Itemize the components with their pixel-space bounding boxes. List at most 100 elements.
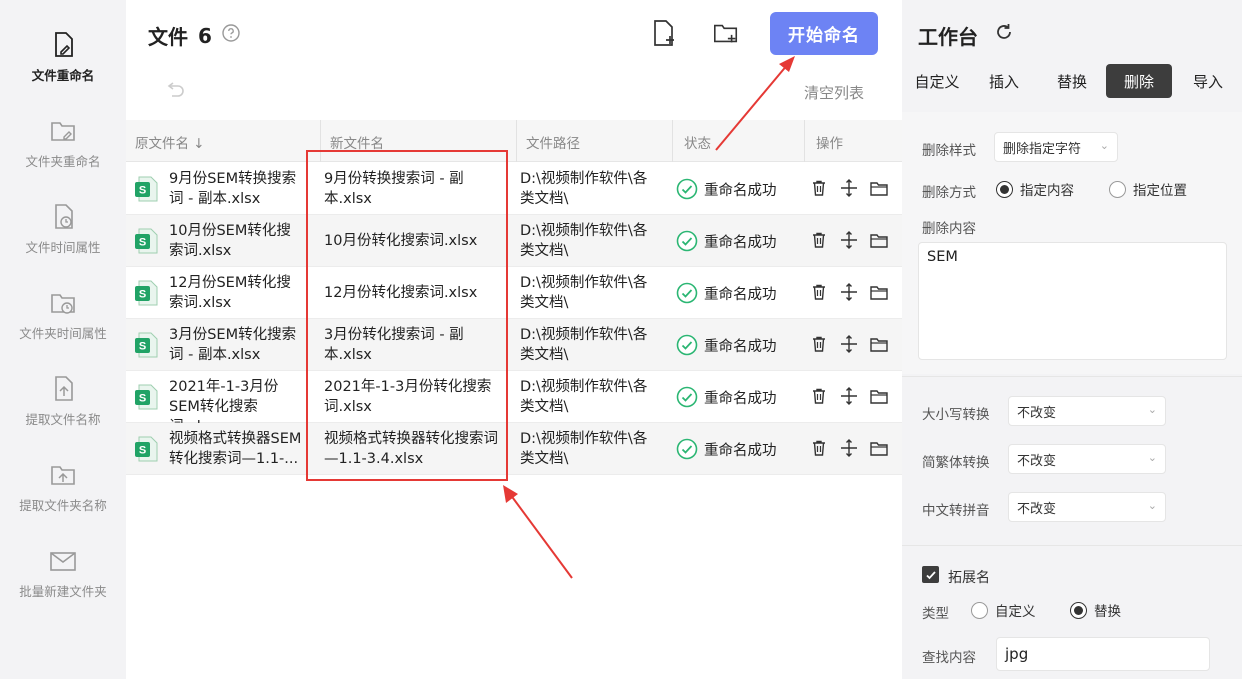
radio-type-replace[interactable]: 替换 [1070, 600, 1121, 620]
radio-label: 自定义 [995, 604, 1036, 620]
move-icon[interactable] [840, 335, 858, 353]
folder-upload-icon [51, 466, 75, 485]
case-convert-select[interactable]: 不改变 ⌄ [1008, 396, 1166, 426]
status-badge: 重命名成功 [676, 438, 777, 460]
tab-insert[interactable]: 插入 [976, 64, 1032, 98]
new-name-cell: 视频格式转换器转化搜索词—1.1-3.4.xlsx [324, 431, 498, 467]
svg-text:S: S [139, 185, 146, 197]
sidebar-item-folder-rename[interactable]: 文件夹重命名 [0, 116, 126, 170]
excel-file-icon: S [135, 436, 158, 462]
radio-specified-content[interactable]: 指定内容 [996, 179, 1074, 199]
path-cell: D:\视频制作软件\各类文档\ [520, 327, 648, 363]
tab-import[interactable]: 导入 [1180, 64, 1236, 98]
add-file-icon[interactable] [650, 18, 678, 48]
delete-icon[interactable] [810, 439, 828, 457]
radio-dot [971, 601, 988, 619]
check-circle-icon [676, 438, 698, 460]
pinyin-select[interactable]: 不改变 ⌄ [1008, 492, 1166, 522]
mail-folder-icon [50, 552, 76, 571]
svg-text:S: S [139, 237, 146, 249]
open-folder-icon[interactable] [870, 439, 888, 457]
extension-label: 拓展名 [948, 570, 990, 586]
move-icon[interactable] [840, 283, 858, 301]
table-row[interactable]: S 10月份SEM转化搜索词.xlsx 10月份转化搜索词.xlsx D:\视频… [126, 215, 902, 267]
undo-icon[interactable] [164, 80, 186, 102]
sidebar-item-label: 文件夹重命名 [25, 154, 101, 169]
status-badge: 重命名成功 [676, 282, 777, 304]
table-row[interactable]: S 3月份SEM转化搜索词 - 副本.xlsx 3月份转化搜索词 - 副本.xl… [126, 319, 902, 371]
tab-replace[interactable]: 替换 [1044, 64, 1100, 98]
sidebar-item-folder-time[interactable]: 文件夹时间属性 [0, 288, 126, 342]
open-folder-icon[interactable] [870, 387, 888, 405]
file-edit-icon [55, 32, 73, 57]
radio-specified-position[interactable]: 指定位置 [1109, 179, 1187, 199]
open-folder-icon[interactable] [870, 179, 888, 197]
delete-content-textarea[interactable]: SEM [918, 242, 1227, 360]
status-text: 重命名成功 [704, 182, 777, 199]
open-folder-icon[interactable] [870, 283, 888, 301]
sidebar-item-extract-folder-name[interactable]: 提取文件夹名称 [0, 460, 126, 514]
radio-dot [1109, 180, 1126, 198]
delete-style-value: 删除指定字符 [1003, 141, 1082, 157]
sidebar-item-file-rename[interactable]: 文件重命名 [0, 30, 126, 84]
delete-style-select[interactable]: 删除指定字符 ⌄ [994, 132, 1118, 162]
start-rename-button[interactable]: 开始命名 [770, 12, 878, 55]
add-folder-icon[interactable] [712, 18, 740, 48]
table-row[interactable]: S 9月份SEM转换搜索词 - 副本.xlsx 9月份转换搜索词 - 副本.xl… [126, 163, 902, 215]
sidebar-item-extract-file-name[interactable]: 提取文件名称 [0, 374, 126, 428]
table-row[interactable]: S 2021年-1-3月份SEM转化搜索词.xlsx 2021年-1-3月份转化… [126, 371, 902, 435]
original-name-cell: 12月份SEM转化搜索词.xlsx [169, 275, 291, 311]
case-convert-value: 不改变 [1017, 405, 1057, 421]
delete-icon[interactable] [810, 387, 828, 405]
original-name-cell: 10月份SEM转化搜索词.xlsx [169, 223, 291, 259]
find-content-input[interactable]: jpg [996, 637, 1210, 671]
delete-style-label: 删除样式 [922, 143, 976, 159]
trad-convert-select[interactable]: 不改变 ⌄ [1008, 444, 1166, 474]
tab-custom[interactable]: 自定义 [908, 64, 966, 98]
type-label: 类型 [922, 606, 949, 622]
help-icon[interactable] [222, 24, 240, 42]
table-row[interactable]: S 视频格式转换器SEM转化搜索词—1.1-... 视频格式转换器转化搜索词—1… [126, 423, 902, 475]
clear-list-button[interactable]: 清空列表 [804, 82, 864, 103]
sidebar-item-label: 提取文件名称 [25, 412, 101, 427]
extension-checkbox[interactable] [922, 566, 939, 583]
new-name-cell: 3月份转化搜索词 - 副本.xlsx [324, 327, 464, 363]
page-title-text: 文件 [148, 25, 188, 49]
chevron-down-icon: ⌄ [1147, 403, 1157, 416]
radio-label: 指定位置 [1133, 183, 1187, 199]
svg-text:S: S [139, 289, 146, 301]
move-icon[interactable] [840, 179, 858, 197]
refresh-icon[interactable] [994, 22, 1014, 42]
trad-convert-label: 简繁体转换 [922, 455, 990, 471]
sidebar-item-file-time[interactable]: 文件时间属性 [0, 202, 126, 256]
path-cell: D:\视频制作软件\各类文档\ [520, 171, 648, 207]
file-clock-icon [55, 204, 73, 229]
sidebar-item-label: 文件重命名 [31, 68, 95, 83]
table-row[interactable]: S 12月份SEM转化搜索词.xlsx 12月份转化搜索词.xlsx D:\视频… [126, 267, 902, 319]
sidebar-item-label: 文件夹时间属性 [19, 326, 107, 341]
file-count: 6 [198, 23, 212, 48]
open-folder-icon[interactable] [870, 231, 888, 249]
check-circle-icon [676, 386, 698, 408]
divider [902, 545, 1242, 546]
new-name-cell: 10月份转化搜索词.xlsx [324, 233, 478, 249]
path-cell: D:\视频制作软件\各类文档\ [520, 431, 648, 467]
col-ops: 操作 [816, 136, 843, 152]
delete-icon[interactable] [810, 231, 828, 249]
delete-mode-label: 删除方式 [922, 185, 976, 201]
svg-text:S: S [139, 445, 146, 457]
delete-icon[interactable] [810, 179, 828, 197]
new-name-cell: 12月份转化搜索词.xlsx [324, 285, 478, 301]
sidebar-item-batch-new-folder[interactable]: 批量新建文件夹 [0, 546, 126, 600]
tab-delete[interactable]: 删除 [1106, 64, 1172, 98]
col-original-name[interactable]: 原文件名 ↓ [135, 132, 205, 152]
path-cell: D:\视频制作软件\各类文档\ [520, 379, 648, 415]
radio-type-custom[interactable]: 自定义 [971, 600, 1036, 620]
move-icon[interactable] [840, 231, 858, 249]
move-icon[interactable] [840, 387, 858, 405]
open-folder-icon[interactable] [870, 335, 888, 353]
delete-icon[interactable] [810, 283, 828, 301]
move-icon[interactable] [840, 439, 858, 457]
delete-icon[interactable] [810, 335, 828, 353]
check-circle-icon [676, 178, 698, 200]
